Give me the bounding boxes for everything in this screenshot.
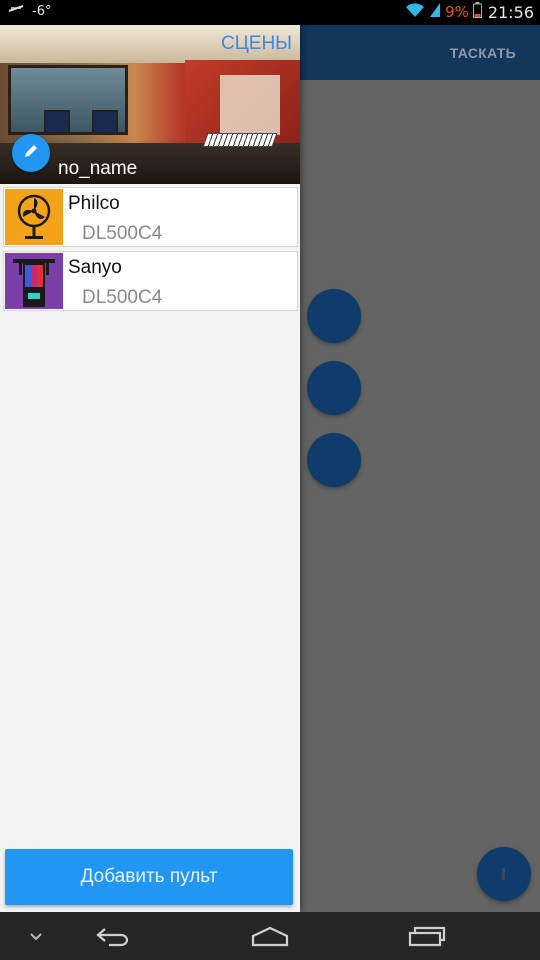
clock: 21:56: [487, 2, 534, 22]
drag-action-button[interactable]: ТАСКАТЬ: [450, 45, 516, 61]
scene-button-3[interactable]: [307, 433, 361, 487]
heater-icon: [5, 253, 63, 309]
floating-action-button[interactable]: [477, 847, 531, 901]
home-icon[interactable]: [245, 912, 295, 960]
temperature-text: -6°: [32, 3, 52, 19]
fan-icon: [5, 189, 63, 245]
remote-name: Sanyo: [68, 257, 122, 278]
add-remote-button[interactable]: Добавить пульт: [5, 849, 293, 905]
status-bar-right: 9% 21:56: [405, 2, 534, 22]
back-icon[interactable]: [88, 912, 138, 960]
signal-icon: [429, 2, 441, 22]
scene-button-2[interactable]: [307, 361, 361, 415]
remote-name: Philco: [68, 193, 120, 214]
scene-button-1[interactable]: [307, 289, 361, 343]
status-bar-left: -6°: [8, 3, 51, 19]
scenes-link[interactable]: СЦЕНЫ: [221, 33, 292, 55]
remote-item-philco[interactable]: Philco DL500C4: [3, 187, 298, 247]
battery-icon: [472, 2, 482, 22]
wifi-icon: [405, 2, 425, 22]
main-content-scrim[interactable]: ТАСКАТЬ: [300, 25, 540, 912]
remote-item-sanyo[interactable]: Sanyo DL500C4: [3, 251, 298, 311]
battery-percent: 9%: [445, 3, 469, 21]
profile-name: no_name: [58, 158, 138, 179]
drawer-header: СЦЕНЫ no_name: [0, 25, 300, 184]
system-nav-bar: [0, 912, 540, 960]
pencil-icon: [22, 142, 40, 164]
app-bar: ТАСКАТЬ: [300, 25, 540, 80]
notification-icon: [8, 3, 24, 19]
chevron-down-icon[interactable]: [16, 912, 56, 960]
recents-icon[interactable]: [402, 912, 452, 960]
status-bar: -6° 9% 21:56: [0, 0, 540, 25]
remote-model: DL500C4: [82, 287, 163, 308]
navigation-drawer: СЦЕНЫ no_name Philco DL500C4 Sanyo DL500…: [0, 25, 300, 912]
edit-profile-button[interactable]: [12, 134, 50, 172]
remote-model: DL500C4: [82, 223, 163, 244]
